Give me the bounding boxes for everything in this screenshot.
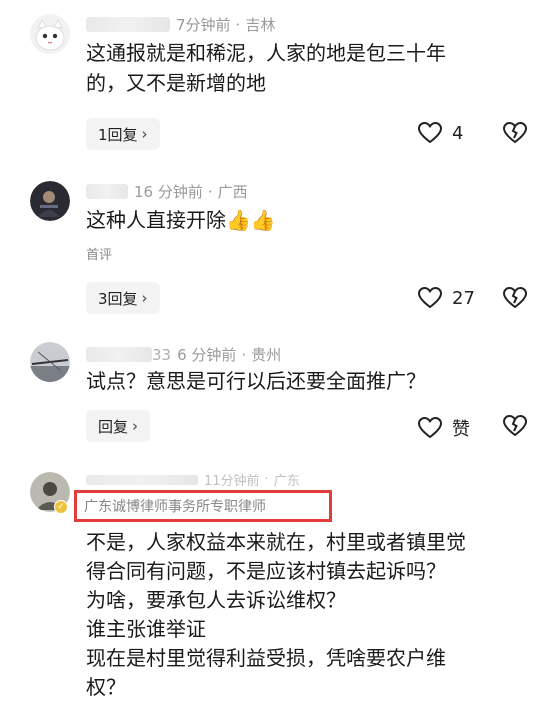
- reply-label: 1回复: [98, 125, 138, 144]
- separator: ·: [264, 472, 269, 487]
- timestamp: 16 分钟前: [134, 183, 203, 201]
- chevron-right-icon: ›: [141, 289, 148, 307]
- chevron-right-icon: ›: [141, 125, 148, 143]
- reply-label: 回复: [98, 417, 129, 436]
- like-count: 赞: [452, 419, 470, 440]
- like-count: 27: [452, 287, 475, 309]
- comment-text-line: 不是，人家权益本来就在，村里或者镇里觉: [86, 530, 466, 554]
- location: 广西: [217, 183, 248, 201]
- username-blurred[interactable]: [86, 184, 128, 199]
- comment-meta: 16 分钟前 · 广西: [86, 181, 248, 202]
- comment-meta: 7分钟前 · 吉林: [86, 14, 275, 35]
- separator: ·: [235, 15, 241, 34]
- like-button[interactable]: 赞: [418, 415, 470, 441]
- timestamp: 7分钟前: [176, 16, 231, 34]
- first-comment-tag: 首评: [86, 248, 113, 263]
- timestamp: 6 分钟前: [177, 346, 237, 364]
- username-blurred[interactable]: [86, 17, 170, 32]
- heart-outline-icon: [418, 287, 442, 309]
- avatar[interactable]: [30, 181, 70, 221]
- comment-text-line: 得合同有问题，不是应该村镇去起诉吗？: [86, 559, 446, 583]
- reply-button[interactable]: 3回复 ›: [86, 282, 160, 314]
- avatar[interactable]: [30, 342, 70, 382]
- reply-button[interactable]: 1回复 ›: [86, 118, 160, 150]
- comment-text-line: 谁主张谁举证: [86, 617, 206, 641]
- comment-text: 试点？意思是可行以后还要全面推广？: [86, 369, 426, 393]
- broken-heart-icon[interactable]: [503, 122, 527, 144]
- like-button[interactable]: 4: [418, 122, 463, 144]
- broken-heart-icon[interactable]: [503, 415, 527, 437]
- timestamp: 11分钟前: [204, 474, 260, 489]
- broken-heart-icon[interactable]: [503, 287, 527, 309]
- like-count: 4: [452, 122, 464, 144]
- heart-outline-icon: [418, 122, 442, 144]
- comment-text: 这通报就是和稀泥，人家的地是包三十年 的，又不是新增的地: [86, 38, 530, 98]
- comment-meta: 11分钟前 · 广东: [86, 470, 300, 489]
- separator: ·: [241, 345, 247, 364]
- separator: ·: [207, 182, 213, 201]
- heart-outline-icon: [418, 417, 442, 439]
- username-blurred[interactable]: [86, 347, 152, 362]
- reply-button[interactable]: 回复 ›: [86, 410, 151, 442]
- comment-text-line: 现在是村里觉得利益受损，凭啥要农户维: [86, 646, 446, 670]
- comment-text-line: 为啥，要承包人去诉讼维权？: [86, 588, 346, 612]
- username-suffix: 33: [152, 345, 172, 364]
- comment-text-line: 的，又不是新增的地: [86, 71, 266, 95]
- reply-label: 3回复: [98, 289, 138, 308]
- comment-text-line: 权？: [86, 675, 126, 699]
- comment-text: 这种人直接开除👍👍: [86, 208, 276, 232]
- location: 吉林: [245, 16, 276, 34]
- comment-text: 不是，人家权益本来就在，村里或者镇里觉 得合同有问题，不是应该村镇去起诉吗？ 为…: [86, 528, 530, 702]
- comment-meta: 33 6 分钟前 · 贵州: [86, 344, 281, 365]
- chevron-right-icon: ›: [132, 417, 139, 435]
- like-button[interactable]: 27: [418, 287, 475, 309]
- location: 广东: [273, 474, 300, 489]
- comment-text-line: 这通报就是和稀泥，人家的地是包三十年: [86, 41, 446, 65]
- verified-badge-icon: ✓: [54, 500, 68, 514]
- username-blurred[interactable]: [86, 474, 198, 485]
- avatar[interactable]: [30, 14, 70, 54]
- lawyer-title: 广东诚博律师事务所专职律师: [84, 499, 266, 515]
- location: 贵州: [251, 346, 282, 364]
